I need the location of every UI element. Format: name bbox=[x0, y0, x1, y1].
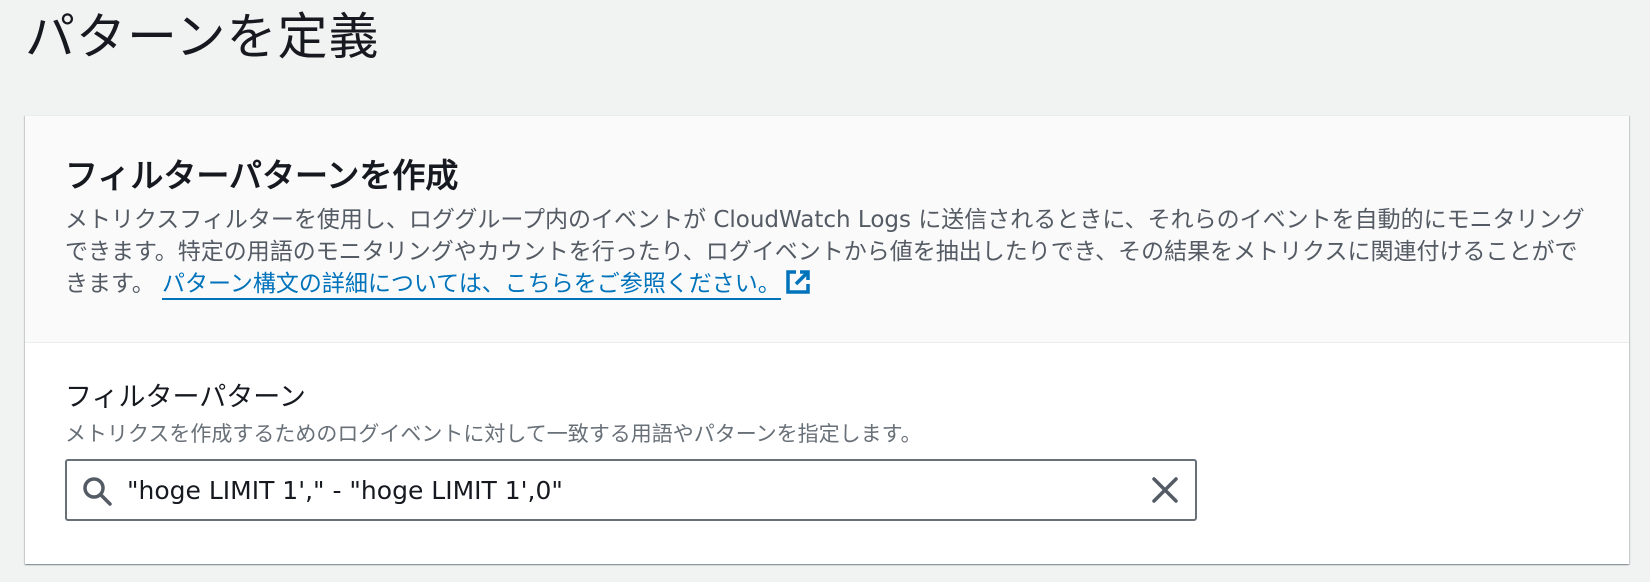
filter-pattern-input[interactable] bbox=[127, 461, 1127, 519]
search-icon bbox=[81, 475, 113, 507]
external-link-icon[interactable] bbox=[785, 269, 811, 295]
close-icon[interactable] bbox=[1149, 474, 1181, 506]
pattern-syntax-link[interactable]: パターン構文の詳細については、こちらをご参照ください。 bbox=[162, 271, 781, 300]
filter-pattern-container: フィルターパターンを作成 メトリクスフィルターを使用し、ロググループ内のイベント… bbox=[25, 115, 1629, 564]
page-title: パターンを定義 bbox=[25, 8, 380, 66]
filter-pattern-label: フィルターパターン bbox=[65, 382, 306, 413]
container-header: フィルターパターンを作成 メトリクスフィルターを使用し、ロググループ内のイベント… bbox=[25, 116, 1629, 343]
filter-pattern-search-box[interactable] bbox=[65, 459, 1197, 521]
section-title: フィルターパターンを作成 bbox=[65, 156, 459, 195]
section-description: メトリクスフィルターを使用し、ロググループ内のイベントが CloudWatch … bbox=[65, 204, 1585, 300]
container-body: フィルターパターン メトリクスを作成するためのログイベントに対して一致する用語や… bbox=[25, 343, 1629, 521]
filter-pattern-description: メトリクスを作成するためのログイベントに対して一致する用語やパターンを指定します… bbox=[65, 422, 922, 446]
